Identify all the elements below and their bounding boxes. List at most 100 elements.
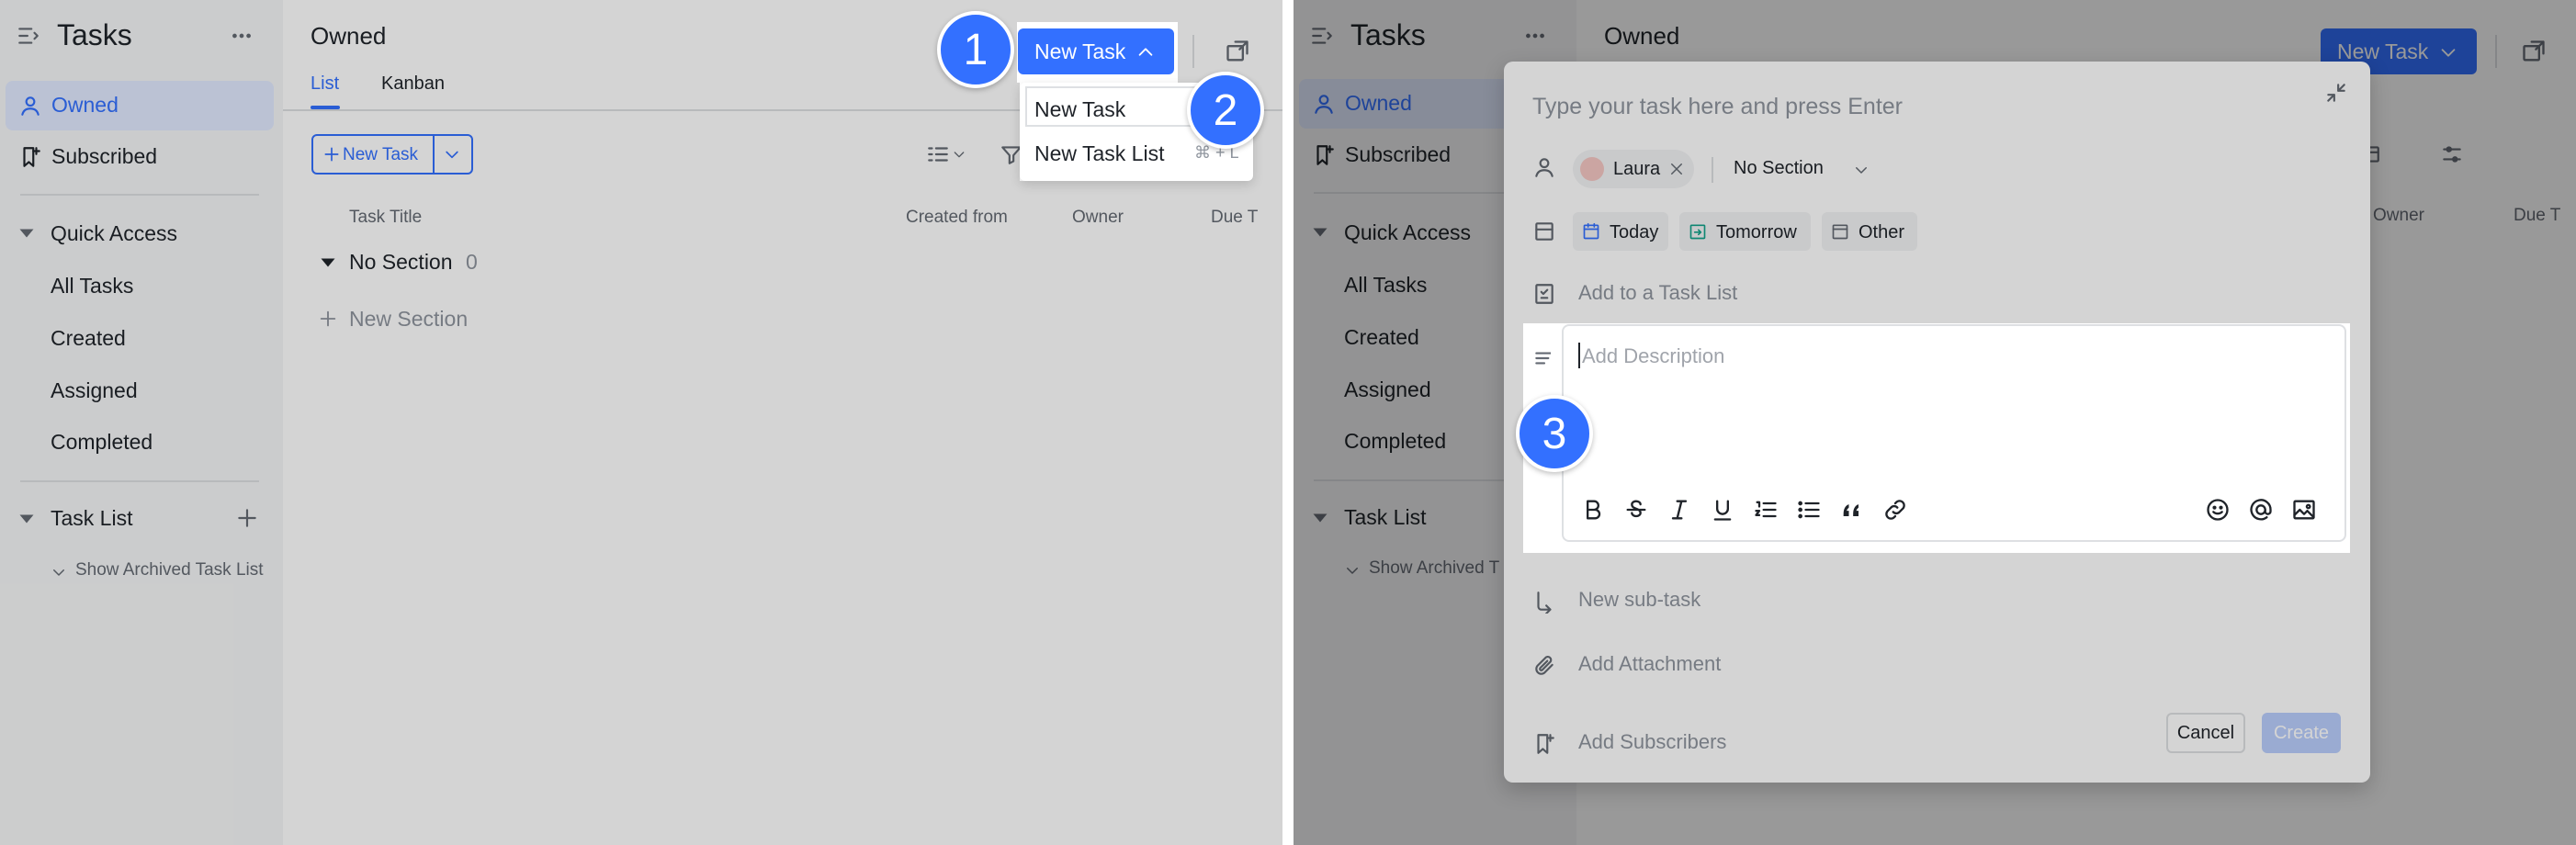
bookmark-icon [1312, 143, 1336, 167]
sidebar-item-completed[interactable]: Completed [1344, 429, 1446, 454]
sidebar-divider [20, 480, 259, 482]
emoji-icon[interactable] [2205, 497, 2231, 523]
split-divider [433, 136, 435, 173]
cancel-button[interactable]: Cancel [2166, 713, 2245, 753]
calendar-today-icon [1582, 222, 1600, 241]
task-title-input[interactable]: Type your task here and press Enter [1532, 94, 1903, 120]
add-attachment[interactable]: Add Attachment [1578, 652, 1721, 676]
section-select[interactable]: No Section [1734, 158, 1824, 179]
caret-down-icon[interactable] [1312, 512, 1328, 524]
create-button[interactable]: Create [2262, 713, 2341, 753]
section-name[interactable]: No Section [349, 250, 453, 275]
assignee-chip[interactable]: Laura [1573, 150, 1694, 188]
link-icon[interactable] [1882, 497, 1908, 523]
bookmark-icon [18, 145, 42, 169]
plus-icon [322, 145, 341, 163]
sidebar-item-assigned[interactable]: Assigned [51, 378, 138, 403]
sidebar-item-owned[interactable]: Owned [6, 81, 274, 130]
show-archived-link[interactable]: Show Archived Task List [75, 560, 264, 580]
left-panel: Tasks Owned Subscribed Quick Access All … [0, 0, 1282, 845]
date-chip-label: Other [1859, 222, 1905, 242]
sidebar-item-label: Subscribed [51, 144, 158, 168]
column-header-due: Due T [1211, 208, 1259, 227]
quick-access-label[interactable]: Quick Access [51, 221, 177, 246]
caret-down-icon[interactable] [18, 513, 35, 525]
create-button-label: Create [2273, 722, 2330, 743]
caret-down-icon[interactable] [1312, 226, 1328, 239]
toolbar-divider [1192, 35, 1194, 68]
person-icon [1312, 92, 1336, 116]
show-archived-link[interactable]: Show Archived T [1369, 558, 1499, 579]
tab-list[interactable]: List [311, 73, 339, 95]
toolbar-divider [2495, 35, 2497, 68]
italic-icon[interactable] [1666, 497, 1692, 523]
person-icon [1532, 155, 1556, 179]
bold-icon[interactable] [1580, 497, 1606, 523]
sidebar-item-all-tasks[interactable]: All Tasks [51, 274, 133, 299]
date-chip-today[interactable]: Today [1573, 212, 1668, 251]
strikethrough-icon[interactable] [1623, 497, 1649, 523]
underline-icon[interactable] [1710, 497, 1735, 523]
person-icon [18, 94, 42, 118]
sidebar-divider [20, 194, 259, 196]
task-list-label[interactable]: Task List [51, 506, 132, 531]
new-task-button[interactable]: New Task [1018, 28, 1174, 74]
sidebar-item-completed[interactable]: Completed [51, 430, 153, 455]
sidebar-item-label: Subscribed [1345, 142, 1452, 166]
chevron-down-icon[interactable] [443, 145, 461, 163]
task-list-icon [1532, 282, 1556, 306]
new-subtask-input[interactable]: New sub-task [1578, 588, 1700, 612]
bullet-list-icon[interactable] [1796, 497, 1822, 523]
tab-kanban[interactable]: Kanban [381, 73, 445, 95]
image-icon[interactable] [2291, 497, 2317, 523]
collapse-sidebar-icon[interactable] [1310, 24, 1334, 48]
new-section-button[interactable]: New Section [349, 307, 468, 332]
panel-separator [1282, 0, 1294, 845]
description-input[interactable]: Add Description [1582, 344, 1724, 368]
plus-icon[interactable] [235, 506, 259, 530]
app-title: Tasks [1350, 18, 1426, 51]
mention-icon[interactable] [2248, 497, 2274, 523]
add-to-task-list[interactable]: Add to a Task List [1578, 281, 1737, 305]
chevron-down-icon [2438, 42, 2458, 62]
view-options-icon[interactable] [926, 142, 950, 166]
page-title: Owned [311, 22, 387, 50]
date-chip-other[interactable]: Other [1822, 212, 1917, 251]
column-header-task-title: Task Title [349, 208, 423, 227]
quick-access-label[interactable]: Quick Access [1344, 220, 1471, 245]
add-subscribers[interactable]: Add Subscribers [1578, 730, 1726, 754]
date-chip-label: Tomorrow [1716, 222, 1797, 242]
chip-divider [1712, 157, 1713, 183]
task-list-label[interactable]: Task List [1344, 505, 1426, 530]
ordered-list-icon[interactable] [1753, 497, 1779, 523]
new-task-small-button[interactable]: New Task [343, 145, 418, 165]
new-task-button-label: New Task [1034, 39, 1126, 63]
sidebar-item-created[interactable]: Created [1344, 325, 1419, 350]
text-caret [1578, 343, 1580, 368]
quote-icon[interactable] [1839, 497, 1865, 523]
section-count: 0 [466, 250, 478, 274]
caret-down-icon[interactable] [320, 256, 336, 269]
sidebar-item-subscribed[interactable]: Subscribed [6, 132, 274, 182]
step-badge-2: 2 [1187, 72, 1264, 149]
open-window-icon[interactable] [1225, 39, 1250, 64]
description-editor[interactable]: Add Description [1562, 324, 2346, 542]
cancel-button-label: Cancel [2176, 722, 2235, 743]
open-window-icon[interactable] [2521, 39, 2547, 64]
caret-down-icon[interactable] [18, 227, 35, 240]
sidebar-item-created[interactable]: Created [51, 326, 126, 351]
sidebar-item-assigned[interactable]: Assigned [1344, 377, 1431, 402]
close-icon[interactable] [1668, 161, 1685, 177]
date-chip-tomorrow[interactable]: Tomorrow [1679, 212, 1811, 251]
calendar-icon [1532, 220, 1556, 243]
new-task-split-button: New Task [311, 134, 473, 175]
sidebar-item-all-tasks[interactable]: All Tasks [1344, 273, 1427, 298]
more-icon[interactable] [1521, 24, 1549, 48]
collapse-sidebar-icon[interactable] [17, 24, 40, 48]
more-icon[interactable] [228, 24, 255, 48]
dropdown-item-label: New Task List [1034, 141, 1165, 165]
chevron-down-icon [952, 147, 966, 162]
calendar-tomorrow-icon [1689, 222, 1707, 241]
settings-sliders-icon[interactable] [2440, 142, 2464, 166]
minimize-icon[interactable] [2324, 81, 2348, 105]
